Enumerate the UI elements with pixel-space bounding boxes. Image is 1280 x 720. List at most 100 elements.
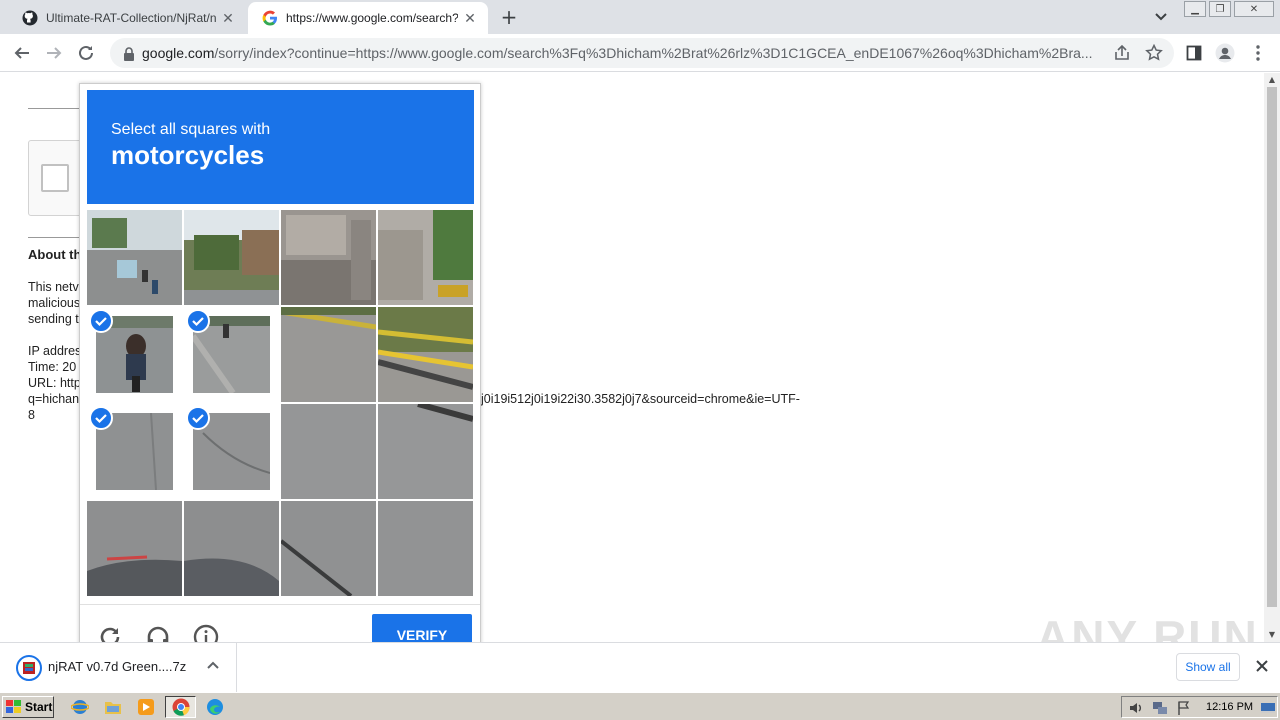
challenge-target: motorcycles [111, 140, 265, 170]
forward-icon[interactable] [42, 41, 66, 65]
restore-button[interactable]: ❐ [1209, 1, 1231, 17]
image-tile[interactable] [281, 307, 376, 402]
edge-icon[interactable] [206, 698, 224, 716]
show-desktop-icon[interactable] [1260, 700, 1276, 716]
internet-explorer-icon[interactable] [70, 698, 90, 716]
road-photo [87, 501, 182, 596]
image-tile[interactable] [87, 210, 182, 305]
close-icon[interactable]: ✕ [220, 10, 236, 26]
recaptcha-checkbox[interactable] [41, 164, 69, 192]
street-photo [378, 307, 473, 402]
image-tile[interactable] [184, 210, 279, 305]
scroll-thumb[interactable] [1267, 87, 1277, 607]
image-tile[interactable] [378, 501, 473, 596]
recaptcha-challenge: Select all squares with motorcycles VERI… [79, 83, 481, 656]
new-tab-button[interactable]: + [498, 7, 520, 29]
image-tile[interactable] [281, 210, 376, 305]
github-icon [22, 10, 38, 26]
tab-title: Ultimate-RAT-Collection/NjRat/njRAT [46, 11, 216, 25]
folder-icon[interactable] [104, 698, 122, 716]
side-panel-icon[interactable] [1182, 41, 1206, 65]
info-line: Time: 20 [28, 360, 77, 374]
download-file-name: njRAT v0.7d Green....7z [48, 659, 187, 674]
street-photo [281, 210, 376, 305]
share-icon[interactable] [1113, 44, 1131, 62]
minimize-button[interactable]: ▁ [1184, 1, 1206, 17]
street-photo [378, 210, 473, 305]
info-line: This netv [28, 280, 79, 294]
scroll-down-icon[interactable]: ▼ [1264, 628, 1280, 642]
chrome-icon [172, 698, 190, 716]
browser-toolbar: google.com/sorry/index?continue=https://… [0, 34, 1280, 72]
chevron-up-icon[interactable] [204, 657, 222, 675]
download-bar: njRAT v0.7d Green....7z Show all [0, 642, 1280, 693]
image-tile-selected[interactable] [87, 307, 182, 402]
image-tile[interactable] [184, 501, 279, 596]
check-icon [186, 406, 210, 430]
chrome-task-button[interactable] [165, 696, 196, 718]
close-window-button[interactable]: ✕ [1234, 1, 1274, 17]
start-label: Start [25, 700, 53, 714]
info-line: malicious [28, 296, 81, 310]
image-grid [87, 210, 474, 597]
road-photo [281, 501, 376, 596]
challenge-instruction: Select all squares with [111, 121, 271, 138]
taskbar: Start 12:16 PM [0, 692, 1280, 720]
image-tile[interactable] [378, 404, 473, 499]
tab-title: https://www.google.com/search?q= [286, 11, 458, 25]
back-icon[interactable] [10, 41, 34, 65]
google-icon [262, 10, 278, 26]
volume-icon[interactable] [1128, 700, 1144, 716]
download-item[interactable]: njRAT v0.7d Green....7z [0, 643, 237, 693]
network-icon[interactable] [1152, 700, 1168, 716]
info-line: q=hichan [28, 392, 80, 406]
archive-file-icon [16, 655, 42, 681]
address-bar[interactable]: google.com/sorry/index?continue=https://… [110, 38, 1174, 68]
lock-icon[interactable] [122, 46, 136, 61]
url-tail: j0i19i512j0i19i22i30.3582j0j7&sourceid=c… [481, 392, 800, 406]
image-tile-selected[interactable] [184, 404, 279, 499]
road-photo [281, 404, 376, 499]
chevron-down-icon[interactable] [1151, 8, 1171, 26]
image-tile-selected[interactable] [184, 307, 279, 402]
image-tile[interactable] [281, 501, 376, 596]
check-icon [186, 309, 210, 333]
windows-logo-icon [6, 700, 22, 714]
url-text[interactable]: google.com/sorry/index?continue=https://… [142, 45, 1102, 61]
star-icon[interactable] [1145, 43, 1163, 62]
image-tile-selected[interactable] [87, 404, 182, 499]
tab-strip: Ultimate-RAT-Collection/NjRat/njRAT ✕ ht… [0, 0, 1280, 34]
info-line: sending t [28, 312, 79, 326]
tab-google[interactable]: https://www.google.com/search?q= ✕ [248, 2, 488, 34]
menu-icon[interactable] [1246, 41, 1270, 65]
about-heading: About th [28, 247, 82, 262]
media-player-icon[interactable] [137, 698, 155, 716]
image-tile[interactable] [87, 501, 182, 596]
image-tile[interactable] [281, 404, 376, 499]
reload-icon[interactable] [74, 41, 98, 65]
check-icon [89, 406, 113, 430]
info-line: IP addres [28, 344, 82, 358]
info-line: URL: http [28, 376, 81, 390]
road-photo [378, 501, 473, 596]
scroll-up-icon[interactable]: ▲ [1264, 73, 1280, 87]
street-photo [281, 307, 376, 402]
vertical-scrollbar[interactable]: ▲ ▼ [1264, 73, 1280, 642]
info-line: 8 [28, 408, 35, 422]
street-photo [184, 210, 279, 305]
system-tray [1121, 696, 1278, 718]
road-photo [184, 501, 279, 596]
start-button[interactable]: Start [2, 696, 54, 718]
check-icon [89, 309, 113, 333]
road-photo [378, 404, 473, 499]
image-tile[interactable] [378, 307, 473, 402]
profile-icon[interactable] [1213, 41, 1237, 65]
close-icon[interactable] [1254, 658, 1270, 674]
challenge-header: Select all squares with motorcycles [87, 90, 474, 204]
image-tile[interactable] [378, 210, 473, 305]
flag-icon[interactable] [1176, 700, 1192, 716]
close-icon[interactable]: ✕ [462, 10, 478, 26]
clock: 12:16 PM [1206, 701, 1254, 713]
tab-github[interactable]: Ultimate-RAT-Collection/NjRat/njRAT ✕ [8, 2, 246, 34]
show-all-button[interactable]: Show all [1176, 653, 1240, 681]
